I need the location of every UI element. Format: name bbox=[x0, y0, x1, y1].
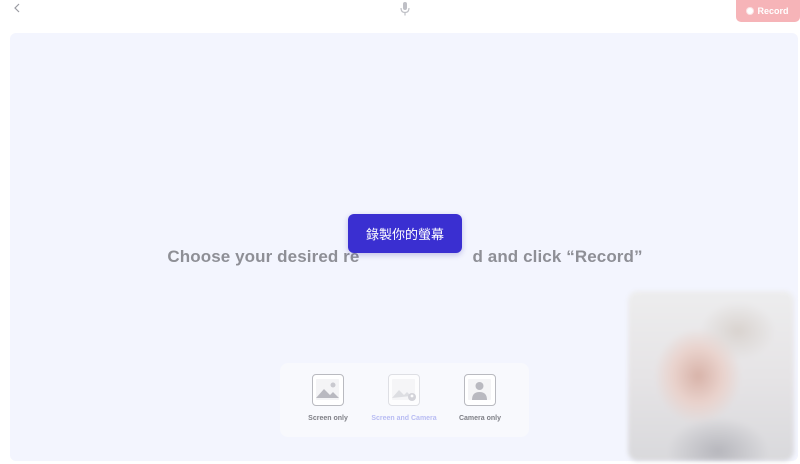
person-icon bbox=[464, 374, 496, 406]
camera-preview bbox=[628, 291, 794, 461]
instruction-text-start: Choose your desired re bbox=[167, 247, 360, 266]
mode-label: Camera only bbox=[458, 415, 502, 422]
image-with-person-icon bbox=[388, 374, 420, 406]
record-button[interactable]: Record bbox=[736, 0, 800, 22]
recording-mode-selector: Screen only Screen and Camera Camera onl… bbox=[280, 363, 529, 437]
image-icon bbox=[312, 374, 344, 406]
mode-screen-only[interactable]: Screen only bbox=[291, 374, 365, 430]
record-screen-tooltip: 錄製你的螢幕 bbox=[348, 214, 462, 253]
microphone-button[interactable] bbox=[396, 0, 414, 18]
instruction-text-end: d and click “Record” bbox=[472, 247, 643, 266]
mode-screen-and-camera[interactable]: Screen and Camera bbox=[367, 374, 441, 430]
record-button-label: Record bbox=[757, 6, 789, 16]
top-bar: Record bbox=[0, 0, 800, 28]
microphone-icon bbox=[400, 2, 410, 16]
record-dot-icon bbox=[747, 8, 754, 14]
mode-label: Screen only bbox=[308, 415, 348, 422]
back-button[interactable] bbox=[8, 0, 26, 16]
mode-label: Screen and Camera bbox=[371, 415, 437, 422]
chevron-left-icon bbox=[14, 3, 20, 13]
mode-camera-only[interactable]: Camera only bbox=[443, 374, 517, 430]
